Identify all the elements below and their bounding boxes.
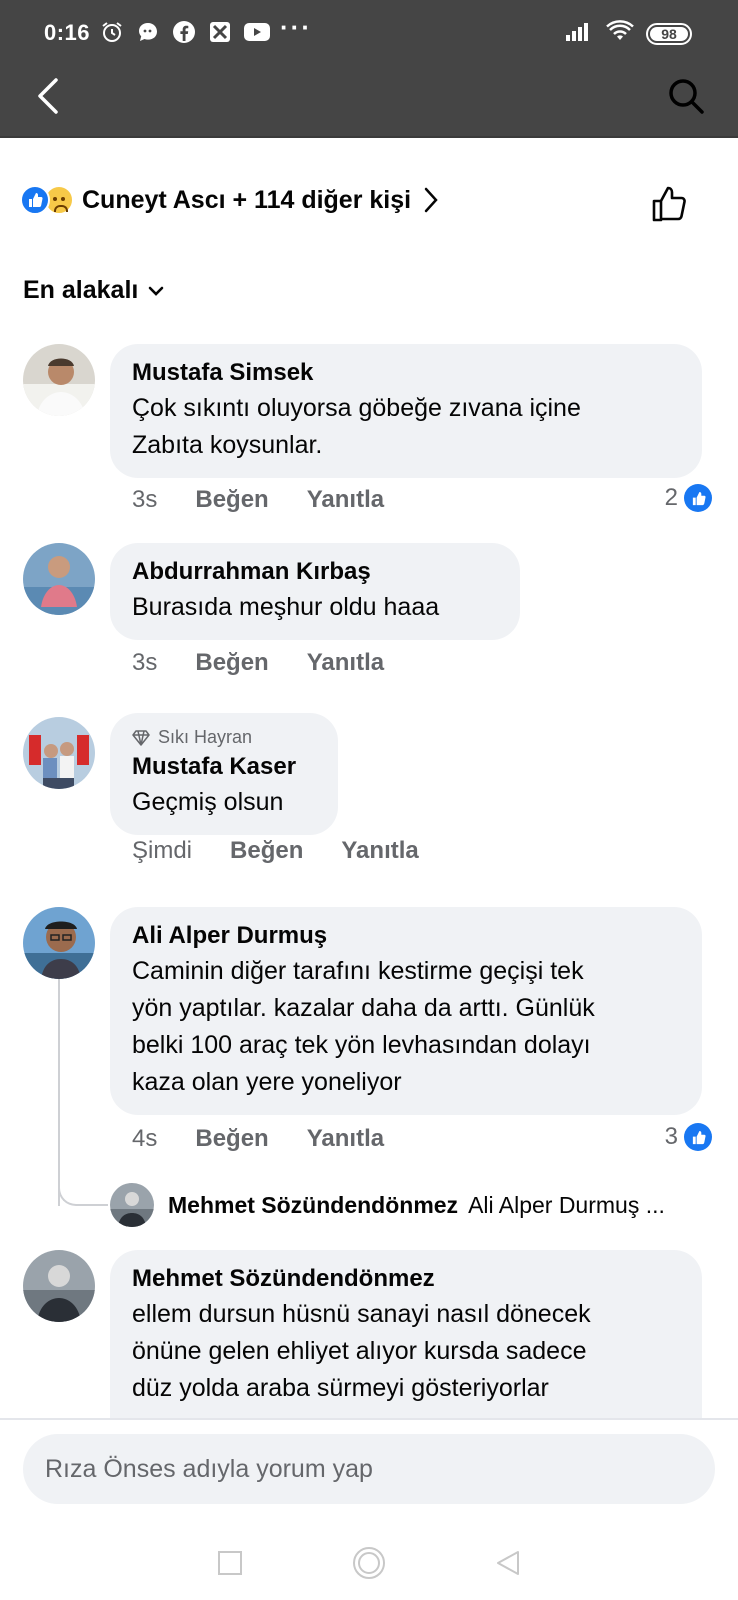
- comment-actions: Şimdi Beğen Yanıtla: [132, 837, 419, 865]
- comment-time[interactable]: 3s: [132, 649, 157, 677]
- search-icon: [669, 79, 704, 114]
- header-divider: [0, 136, 738, 138]
- comment-bubble[interactable]: Abdurrahman Kırbaş Burasıda meşhur oldu …: [110, 543, 520, 640]
- comment-reaction-count[interactable]: 3: [665, 1123, 712, 1151]
- avatar[interactable]: [23, 344, 95, 416]
- like-icon: [684, 484, 712, 512]
- sort-dropdown[interactable]: En alakalı: [23, 276, 164, 305]
- chevron-down-icon: [149, 286, 164, 296]
- status-notification-icons: [100, 20, 270, 44]
- reply-text: Ali Alper Durmuş ...: [468, 1191, 665, 1218]
- back-icon: [38, 78, 58, 114]
- reply-avatar[interactable]: [110, 1183, 154, 1227]
- comment-author[interactable]: Mustafa Kaser: [132, 752, 316, 782]
- battery-level: 98: [661, 25, 677, 42]
- reactions-text: Cuneyt Ascı + 114 diğer kişi: [82, 185, 412, 214]
- avatar[interactable]: [23, 907, 95, 979]
- youtube-icon: [244, 22, 270, 42]
- reply-button[interactable]: Yanıtla: [341, 837, 418, 865]
- signal-icon: [564, 20, 594, 47]
- reply-preview[interactable]: Mehmet Sözündendönmez Ali Alper Durmuş .…: [110, 1183, 665, 1227]
- wifi-icon: [606, 20, 634, 47]
- comment-text: Caminin diğer tarafını kestirme geçişi t…: [132, 957, 595, 1096]
- status-bar: 0:16 ··· 98: [0, 0, 738, 70]
- comment-input[interactable]: Rıza Önses adıyla yorum yap: [23, 1434, 715, 1504]
- comment-time[interactable]: 3s: [132, 486, 157, 514]
- comment-author[interactable]: Ali Alper Durmuş: [132, 921, 680, 951]
- chevron-right-icon: [423, 186, 439, 214]
- thread-connector: [58, 1178, 108, 1206]
- fan-badge[interactable]: Sıkı Hayran: [132, 727, 316, 748]
- reply-author[interactable]: Mehmet Sözündendönmez: [168, 1192, 458, 1219]
- avatar[interactable]: [23, 543, 95, 615]
- system-navigation-bar: [0, 1530, 738, 1600]
- comment-composer-bar: Rıza Önses adıyla yorum yap: [0, 1418, 738, 1538]
- avatar[interactable]: [23, 717, 95, 789]
- comment-author[interactable]: Abdurrahman Kırbaş: [132, 557, 498, 587]
- comment-time[interactable]: 4s: [132, 1125, 157, 1153]
- comment-author[interactable]: Mustafa Simsek: [132, 358, 680, 388]
- like-icon: [684, 1123, 712, 1151]
- comment-bubble[interactable]: Mehmet Sözündendönmez ellem dursun hüsnü…: [110, 1250, 702, 1440]
- triangle-back-icon: [497, 1550, 519, 1575]
- back-nav-button[interactable]: [495, 1549, 521, 1582]
- like-button[interactable]: Beğen: [195, 1125, 268, 1153]
- status-time: 0:16: [44, 20, 91, 45]
- circle-icon: [353, 1546, 385, 1579]
- reactions-summary[interactable]: Cuneyt Ascı + 114 diğer kişi: [20, 178, 439, 222]
- comment-bubble[interactable]: Mustafa Simsek Çok sıkıntı oluyorsa göbe…: [110, 344, 702, 478]
- app-icon: [208, 20, 232, 44]
- like-button[interactable]: Beğen: [195, 649, 268, 677]
- comment-reaction-count[interactable]: 2: [665, 484, 712, 512]
- chat-icon: [136, 20, 160, 44]
- diamond-icon: [132, 729, 150, 746]
- comment-text: Çok sıkıntı oluyorsa göbeğe zıvana içine…: [132, 394, 581, 459]
- facebook-icon: [172, 20, 196, 44]
- comment-actions: 3s Beğen Yanıtla: [132, 649, 384, 677]
- comment-text: Burasıda meşhur oldu haaa: [132, 593, 440, 621]
- thumbs-up-icon: [652, 186, 686, 222]
- sort-label: En alakalı: [23, 276, 139, 304]
- like-button[interactable]: Beğen: [195, 486, 268, 514]
- square-icon: [218, 1550, 242, 1575]
- reaction-icons: [20, 185, 74, 215]
- comment-input-placeholder: Rıza Önses adıyla yorum yap: [45, 1454, 373, 1483]
- reply-button[interactable]: Yanıtla: [307, 486, 384, 514]
- like-button[interactable]: Beğen: [230, 837, 303, 865]
- home-button[interactable]: [351, 1545, 387, 1586]
- thread-line: [58, 966, 60, 1206]
- comment-bubble[interactable]: Sıkı Hayran Mustafa Kaser Geçmiş olsun: [110, 713, 338, 835]
- top-bar: 0:16 ··· 98: [0, 0, 738, 138]
- reply-button[interactable]: Yanıtla: [307, 1125, 384, 1153]
- alarm-icon: [100, 20, 124, 44]
- back-button[interactable]: [28, 74, 68, 118]
- comment-actions: 3s Beğen Yanıtla: [132, 486, 384, 514]
- comment-actions: 4s Beğen Yanıtla: [132, 1125, 384, 1153]
- comment-author[interactable]: Mehmet Sözündendönmez: [132, 1264, 680, 1294]
- search-button[interactable]: [664, 74, 708, 118]
- avatar[interactable]: [23, 1250, 95, 1322]
- like-icon: [20, 185, 50, 215]
- status-system-icons: 98: [564, 20, 692, 47]
- like-post-button[interactable]: [648, 182, 692, 226]
- comment-text: Geçmiş olsun: [132, 788, 284, 816]
- battery-icon: 98: [646, 22, 692, 45]
- comment-time[interactable]: Şimdi: [132, 837, 192, 865]
- comment-text: ellem dursun hüsnü sanayi nasıl dönecek …: [132, 1300, 591, 1402]
- comment-bubble[interactable]: Ali Alper Durmuş Caminin diğer tarafını …: [110, 907, 702, 1115]
- fan-badge-label: Sıkı Hayran: [158, 727, 253, 747]
- reply-button[interactable]: Yanıtla: [307, 649, 384, 677]
- more-notifications-indicator: ···: [280, 12, 312, 42]
- recents-button[interactable]: [217, 1550, 243, 1581]
